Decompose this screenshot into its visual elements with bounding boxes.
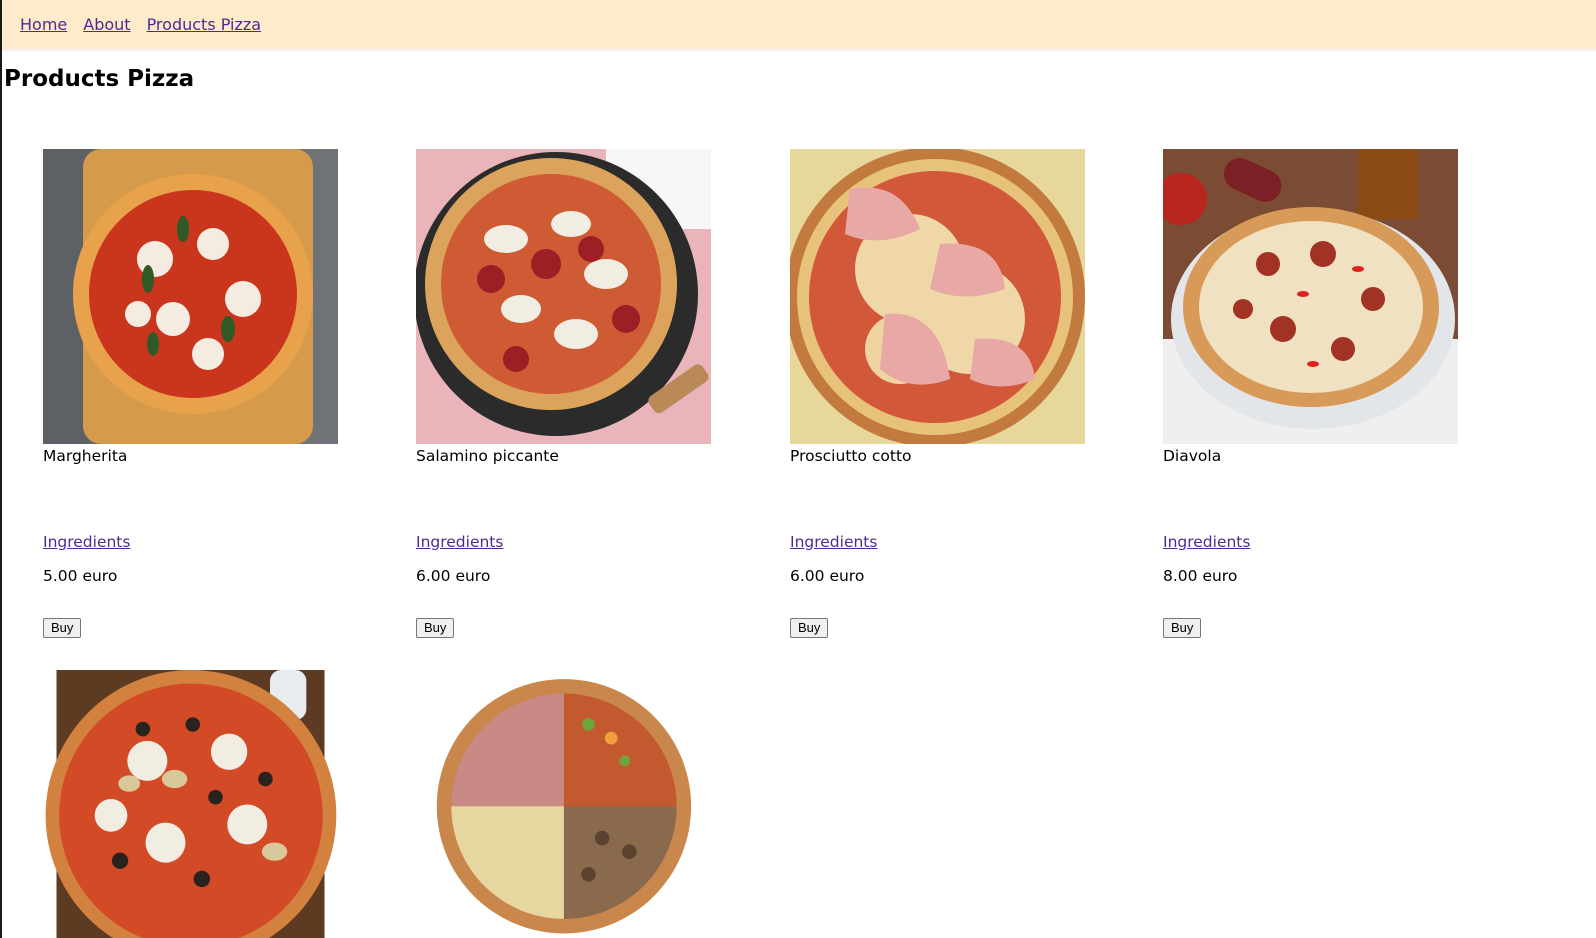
product-name: Prosciutto cotto [790,447,912,465]
buy-button[interactable]: Buy [790,618,829,638]
product-price: 5.00 euro [43,567,118,585]
pizza-prosciutto-cotto-image [790,149,1085,444]
pizza-quattro-stagioni-image [429,670,698,938]
product-card-6 [416,670,712,938]
product-card-salamino-piccante: Salamino piccante Ingredients 6.00 euro … [416,149,712,638]
buy-button[interactable]: Buy [416,618,455,638]
product-card-prosciutto-cotto: Prosciutto cotto Ingredients 6.00 euro B… [790,149,1086,638]
product-name: Diavola [1163,447,1222,465]
ingredients-link[interactable]: Ingredients [416,533,503,551]
product-name: Margherita [43,447,128,465]
product-name: Salamino piccante [416,447,559,465]
product-card-5 [43,670,339,938]
product-price: 6.00 euro [416,567,491,585]
window-left-border [0,0,2,938]
nav-link-home[interactable]: Home [20,15,67,34]
pizza-diavola-image [1163,149,1458,444]
product-card-margherita: Margherita Ingredients 5.00 euro Buy [43,149,339,638]
buy-button[interactable]: Buy [1163,618,1202,638]
pizza-margherita-image [43,149,338,444]
ingredients-link[interactable]: Ingredients [1163,533,1250,551]
nav-link-about[interactable]: About [83,15,130,34]
pizza-salamino-piccante-image [416,149,711,444]
ingredients-link[interactable]: Ingredients [790,533,877,551]
product-price: 8.00 euro [1163,567,1238,585]
product-card-diavola: Diavola Ingredients 8.00 euro Buy [1163,149,1459,638]
top-navbar: Home About Products Pizza [2,0,1596,49]
buy-button[interactable]: Buy [43,618,82,638]
ingredients-link[interactable]: Ingredients [43,533,130,551]
nav-link-products-pizza[interactable]: Products Pizza [147,15,262,34]
page-title: Products Pizza [4,66,195,92]
product-price: 6.00 euro [790,567,865,585]
pizza-capricciosa-image [45,670,337,938]
